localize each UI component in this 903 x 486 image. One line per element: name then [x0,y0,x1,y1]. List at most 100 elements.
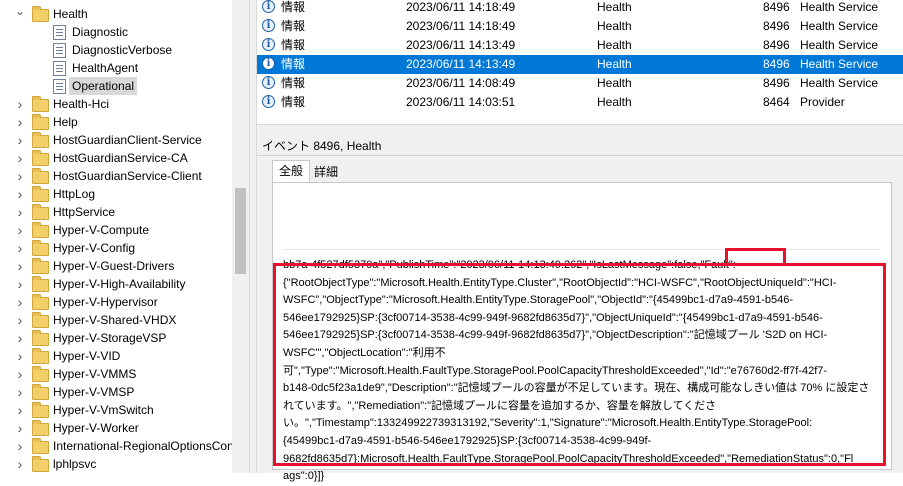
folder-icon [32,204,49,220]
event-row[interactable]: i 情報 2023/06/11 14:18:49 Health 8496 Health S… [257,0,903,17]
chevron-right-icon[interactable]: › [14,347,26,365]
folder-icon [32,294,49,310]
chevron-down-icon[interactable]: ⌄ [14,5,26,23]
event-date: 2023/06/11 14:18:49 [406,19,516,33]
tab-general[interactable]: 全般 [272,160,310,183]
tree-item[interactable]: › Hyper-V-Config [0,239,232,257]
log-icon [53,79,66,94]
event-row[interactable]: i 情報 2023/06/11 14:18:49 Health 8496 Health S… [257,17,903,36]
chevron-right-icon[interactable]: › [14,401,26,419]
tree-item-label: Hyper-V-StorageVSP [53,331,167,345]
event-id: 8496 [763,57,790,71]
tree-scrollbar[interactable] [232,0,249,473]
tree-item[interactable]: › Hyper-V-Shared-VHDX [0,311,232,329]
chevron-right-icon[interactable]: › [14,383,26,401]
tree-item[interactable]: › International-RegionalOptionsCon [0,437,232,455]
tree-item[interactable]: › Hyper-V-Hypervisor [0,293,232,311]
tree-item[interactable]: › Health-Hci [0,95,232,113]
tree-item[interactable]: › Hyper-V-VMMS [0,365,232,383]
chevron-right-icon[interactable]: › [14,95,26,113]
event-category: Health Service [800,76,879,90]
tree-item[interactable]: › HttpLog [0,185,232,203]
chevron-right-icon[interactable]: › [14,437,26,455]
tree-item[interactable]: › Hyper-V-StorageVSP [0,329,232,347]
chevron-right-icon[interactable]: › [14,455,26,473]
event-date: 2023/06/11 14:03:51 [406,95,516,109]
event-list: i 情報 2023/06/11 14:18:49 Health 8496 Health S… [257,0,903,130]
chevron-right-icon[interactable]: › [14,257,26,275]
log-tree[interactable]: ⌄ Health Diagnostic DiagnosticVerbose Health… [0,0,232,473]
event-level: 情報 [281,0,306,14]
tree-item[interactable]: Operational [0,77,232,95]
folder-icon [32,96,49,112]
tree-item[interactable]: HealthAgent [0,59,232,77]
tree-item[interactable]: › HostGuardianClient-Service [0,131,232,149]
chevron-right-icon[interactable]: › [14,185,26,203]
tree-item[interactable]: › lphlpsvc [0,455,232,473]
tree-item[interactable]: Diagnostic [0,23,232,41]
event-id: 8496 [763,0,790,14]
chevron-right-icon[interactable]: › [14,203,26,221]
tree-item-label: Hyper-V-VmSwitch [53,403,154,417]
event-row[interactable]: i 情報 2023/06/11 14:08:49 Health 8496 Health S… [257,74,903,93]
folder-icon [32,384,49,400]
tree-item[interactable]: › HostGuardianService-Client [0,167,232,185]
tree-item[interactable]: › Hyper-V-VID [0,347,232,365]
folder-icon [32,420,49,436]
event-category: Health Service [800,19,879,33]
tree-item-label: Hyper-V-Config [53,241,136,255]
event-row[interactable]: i 情報 2023/06/11 14:03:51 Health 8464 Provider [257,93,903,112]
tree-item[interactable]: › Hyper-V-Guest-Drivers [0,257,232,275]
chevron-right-icon[interactable]: › [14,329,26,347]
folder-icon [32,366,49,382]
event-source: Health [597,19,632,33]
chevron-right-icon[interactable]: › [14,221,26,239]
chevron-right-icon[interactable]: › [14,131,26,149]
event-source: Health [597,38,632,52]
chevron-right-icon[interactable]: › [14,311,26,329]
tree-item[interactable]: DiagnosticVerbose [0,41,232,59]
tree-item[interactable]: › Hyper-V-Compute [0,221,232,239]
tree-item[interactable]: › HostGuardianService-CA [0,149,232,167]
tree-item-label: Operational [69,77,138,95]
tree-item-label: HealthAgent [72,61,139,75]
tree-item[interactable]: › Help [0,113,232,131]
folder-icon [32,186,49,202]
pane-splitter[interactable] [249,0,257,473]
tree-scrollbar-thumb[interactable] [235,188,246,274]
tab-details[interactable]: 詳細 [310,162,342,182]
tree-item[interactable]: › Hyper-V-High-Availability [0,275,232,293]
chevron-right-icon[interactable]: › [14,365,26,383]
chevron-right-icon[interactable]: › [14,149,26,167]
info-icon: i [262,95,275,108]
chevron-right-icon[interactable]: › [14,275,26,293]
event-list-splitter[interactable] [257,124,903,132]
chevron-right-icon[interactable]: › [14,113,26,131]
chevron-right-icon[interactable]: › [14,239,26,257]
tree-item[interactable]: › HttpService [0,203,232,221]
log-icon [53,43,66,58]
chevron-right-icon[interactable]: › [14,293,26,311]
folder-icon [32,240,49,256]
event-row[interactable]: i 情報 2023/06/11 14:13:49 Health 8496 Health S… [257,36,903,55]
tree-item-label: DiagnosticVerbose [72,43,173,57]
tree-item-label: HttpLog [53,187,96,201]
tree-item[interactable]: › Hyper-V-Worker [0,419,232,437]
tree-item-label: Hyper-V-VMMS [53,367,137,381]
event-row[interactable]: i 情報 2023/06/11 14:13:49 Health 8496 Health S… [257,55,903,74]
tree-item-label: Help [53,115,78,129]
event-date: 2023/06/11 14:13:49 [406,38,516,52]
tree-item-label: lphlpsvc [53,457,97,471]
event-date: 2023/06/11 14:13:49 [406,57,516,71]
tree-item-label: Health [53,7,88,21]
folder-icon [32,330,49,346]
chevron-right-icon[interactable]: › [14,419,26,437]
chevron-right-icon[interactable]: › [14,167,26,185]
tree-item[interactable]: › Hyper-V-VmSwitch [0,401,232,419]
tree-item[interactable]: ⌄ Health [0,5,232,23]
log-icon [53,25,66,40]
tree-item-label: HostGuardianClient-Service [53,133,202,147]
folder-icon [32,132,49,148]
tree-item[interactable]: › Hyper-V-VMSP [0,383,232,401]
folder-icon [32,258,49,274]
